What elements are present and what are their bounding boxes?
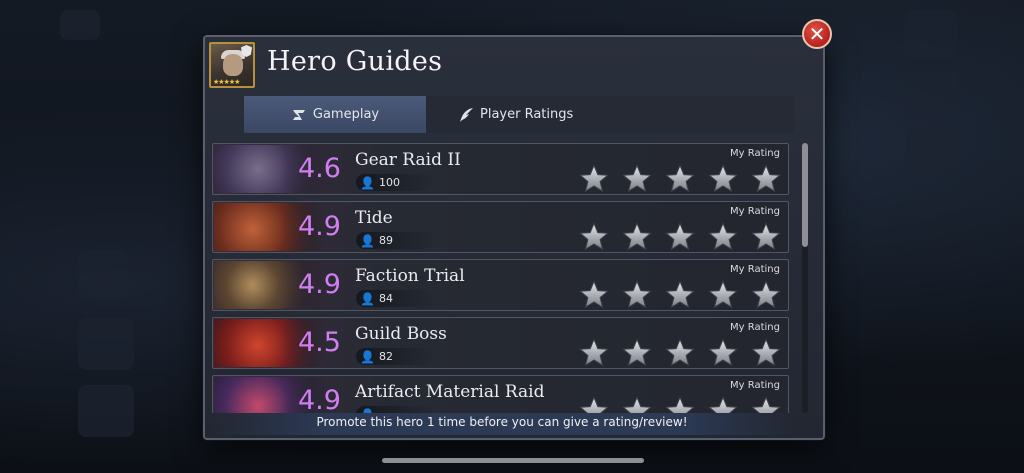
guide-name: Tide xyxy=(355,208,393,228)
my-rating-label: My Rating xyxy=(730,380,780,391)
rating-count: 👤 xyxy=(356,406,434,413)
guide-name: Guild Boss xyxy=(355,324,447,344)
star-icon[interactable] xyxy=(750,222,782,252)
star-icon[interactable] xyxy=(621,164,653,194)
rating-count: 👤 82 xyxy=(356,348,434,365)
star-icon[interactable] xyxy=(578,222,610,252)
guide-name: Gear Raid II xyxy=(355,150,461,170)
guide-row-tide[interactable]: 4.9 Tide 👤 89 My Rating xyxy=(212,201,789,253)
rating-count: 👤 84 xyxy=(356,290,434,307)
tab-label: Gameplay xyxy=(312,107,380,122)
star-icon[interactable] xyxy=(578,164,610,194)
guide-row-faction-trial[interactable]: 4.9 Faction Trial 👤 84 My Rating xyxy=(212,259,789,311)
gameplay-icon xyxy=(292,109,305,120)
star-icon[interactable] xyxy=(750,396,782,413)
user-icon: 👤 xyxy=(360,175,375,190)
user-icon: 👤 xyxy=(360,291,375,306)
rating-notice: Promote this hero 1 time before you can … xyxy=(316,415,688,429)
rating-count-value: 84 xyxy=(378,292,393,305)
background-decoration xyxy=(905,10,957,60)
star-icon[interactable] xyxy=(664,222,696,252)
home-indicator[interactable] xyxy=(382,458,644,463)
background-decoration xyxy=(60,10,100,40)
my-rating-stars[interactable] xyxy=(578,222,782,252)
guide-score: 4.6 xyxy=(298,153,341,184)
scrollbar-thumb[interactable] xyxy=(802,143,808,247)
star-icon[interactable] xyxy=(621,396,653,413)
my-rating-stars[interactable] xyxy=(578,338,782,368)
star-icon[interactable] xyxy=(707,280,739,310)
my-rating-stars[interactable] xyxy=(578,280,782,310)
star-icon[interactable] xyxy=(621,338,653,368)
tab-player-ratings[interactable]: Player Ratings xyxy=(458,96,573,133)
star-icon[interactable] xyxy=(707,164,739,194)
portrait-star-rating: ★★★★★ xyxy=(213,78,240,86)
star-icon[interactable] xyxy=(707,338,739,368)
rating-count: 👤 89 xyxy=(356,232,434,249)
guide-row-guild-boss[interactable]: 4.5 Guild Boss 👤 82 My Rating xyxy=(212,317,789,369)
guide-score: 4.9 xyxy=(298,269,341,300)
tab-gameplay[interactable]: Gameplay xyxy=(244,96,426,133)
my-rating-stars[interactable] xyxy=(578,396,782,413)
dialog-title: Hero Guides xyxy=(267,46,443,77)
background-decoration xyxy=(905,128,957,174)
star-icon[interactable] xyxy=(707,222,739,252)
star-icon[interactable] xyxy=(707,396,739,413)
my-rating-label: My Rating xyxy=(730,206,780,217)
quill-icon xyxy=(460,107,473,122)
user-icon: 👤 xyxy=(360,349,375,364)
close-button[interactable]: ✕ xyxy=(802,19,832,49)
guide-name: Faction Trial xyxy=(355,266,465,286)
guide-list: 4.6 Gear Raid II 👤 100 My Rating 4.9 Tide… xyxy=(212,143,792,413)
background-decoration xyxy=(905,70,957,120)
my-rating-stars[interactable] xyxy=(578,164,782,194)
tab-bar: Gameplay Player Ratings xyxy=(244,96,794,133)
guide-name: Artifact Material Raid xyxy=(355,382,545,402)
tab-label: Player Ratings xyxy=(480,107,574,122)
guide-row-gear-raid-ii[interactable]: 4.6 Gear Raid II 👤 100 My Rating xyxy=(212,143,789,195)
rating-count-value: 82 xyxy=(378,350,393,363)
guide-score: 4.9 xyxy=(298,211,341,242)
user-icon: 👤 xyxy=(360,233,375,248)
close-icon: ✕ xyxy=(808,22,826,46)
star-icon[interactable] xyxy=(750,164,782,194)
background-decoration xyxy=(78,250,128,300)
rating-count-value: 89 xyxy=(378,234,393,247)
hero-portrait: ★★★★★ xyxy=(209,42,255,88)
star-icon[interactable] xyxy=(578,396,610,413)
guide-row-artifact-material-raid[interactable]: 4.9 Artifact Material Raid 👤 My Rating xyxy=(212,375,789,413)
rating-count-value: 100 xyxy=(378,176,400,189)
my-rating-label: My Rating xyxy=(730,322,780,333)
star-icon[interactable] xyxy=(578,338,610,368)
star-icon[interactable] xyxy=(578,280,610,310)
star-icon[interactable] xyxy=(664,396,696,413)
star-icon[interactable] xyxy=(621,222,653,252)
star-icon[interactable] xyxy=(750,338,782,368)
list-scrollbar[interactable] xyxy=(802,143,808,413)
my-rating-label: My Rating xyxy=(730,264,780,275)
star-icon[interactable] xyxy=(664,338,696,368)
rating-count: 👤 100 xyxy=(356,174,434,191)
portrait-face xyxy=(223,54,243,76)
star-icon[interactable] xyxy=(664,280,696,310)
star-icon[interactable] xyxy=(664,164,696,194)
guide-score: 4.9 xyxy=(298,385,341,413)
background-decoration xyxy=(78,318,134,370)
star-icon[interactable] xyxy=(621,280,653,310)
guide-score: 4.5 xyxy=(298,327,341,358)
star-icon[interactable] xyxy=(750,280,782,310)
my-rating-label: My Rating xyxy=(730,148,780,159)
background-decoration xyxy=(78,385,134,437)
